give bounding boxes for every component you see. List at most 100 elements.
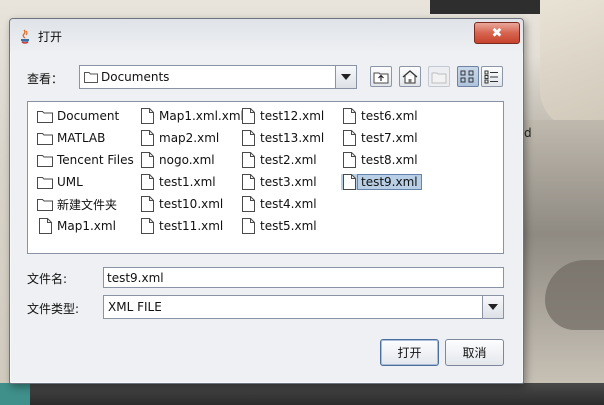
file-name: test3.xml — [260, 175, 317, 189]
file-icon — [139, 108, 155, 124]
file-icon — [139, 218, 155, 234]
file-name: test7.xml — [361, 131, 418, 145]
file-list-item[interactable]: test3.xml — [240, 171, 324, 193]
file-name: test13.xml — [260, 131, 325, 145]
file-icon — [139, 130, 155, 146]
file-name: test2.xml — [260, 153, 317, 167]
file-list-item[interactable]: test1.xml — [139, 171, 244, 193]
list-view-button[interactable] — [457, 66, 479, 87]
file-name: Document — [57, 109, 120, 123]
file-icon — [240, 108, 256, 124]
file-icon — [139, 196, 155, 212]
taskbar — [0, 383, 604, 405]
folder-icon — [37, 130, 53, 146]
file-name: test11.xml — [159, 219, 224, 233]
background-image-part — [540, 0, 604, 130]
file-column: Map1.xml.xml map2.xml nogo.xml test1.xml tes… — [139, 105, 244, 237]
file-icon — [240, 152, 256, 168]
file-list[interactable]: Document MATLAB Tencent Files UML 新建文件夹 Map1.… — [27, 101, 504, 254]
file-list-item[interactable]: Map1.xml.xml — [139, 105, 244, 127]
file-icon — [341, 108, 357, 124]
file-icon — [240, 218, 256, 234]
file-list-item[interactable]: Map1.xml — [37, 215, 134, 237]
file-list-item[interactable]: test4.xml — [240, 193, 324, 215]
file-name: 新建文件夹 — [57, 197, 118, 212]
folder-icon — [84, 72, 98, 83]
close-button[interactable]: ✖ — [474, 22, 520, 44]
file-type-label: 文件类型: — [27, 302, 80, 316]
file-name-input[interactable] — [103, 267, 504, 288]
home-icon — [402, 69, 418, 83]
dialog-title: 打开 — [38, 30, 63, 44]
file-list-item[interactable]: UML — [37, 171, 134, 193]
file-icon — [341, 174, 357, 190]
file-list-item[interactable]: map2.xml — [139, 127, 244, 149]
file-list-item[interactable]: Tencent Files — [37, 149, 134, 171]
folder-icon — [37, 152, 53, 168]
background-text: d — [524, 126, 532, 140]
look-in-combo[interactable]: Documents — [79, 65, 357, 89]
file-name: nogo.xml — [159, 153, 215, 167]
java-icon — [21, 29, 29, 44]
file-icon — [240, 130, 256, 146]
file-name: test5.xml — [260, 219, 317, 233]
file-name: UML — [57, 175, 83, 189]
open-button[interactable]: 打开 — [380, 339, 439, 366]
file-list-item[interactable]: MATLAB — [37, 127, 134, 149]
file-list-item[interactable]: test13.xml — [240, 127, 324, 149]
file-list-item[interactable]: 新建文件夹 — [37, 193, 134, 215]
file-column: test6.xml test7.xml test8.xml test9.xml — [341, 105, 422, 193]
cancel-button[interactable]: 取消 — [445, 339, 504, 366]
title-bar[interactable]: 打开 ✖ — [10, 19, 523, 53]
file-type-value: XML FILE — [108, 300, 162, 314]
up-one-level-icon — [373, 72, 389, 83]
file-icon — [139, 152, 155, 168]
file-name: map2.xml — [159, 131, 220, 145]
file-list-item[interactable]: test2.xml — [240, 149, 324, 171]
folder-icon — [37, 196, 53, 212]
file-name-label: 文件名: — [27, 272, 68, 286]
file-column: Document MATLAB Tencent Files UML 新建文件夹 Map1.… — [37, 105, 134, 237]
file-name: test8.xml — [361, 153, 418, 167]
file-icon — [139, 174, 155, 190]
file-list-item[interactable]: test6.xml — [341, 105, 422, 127]
file-icon — [341, 152, 357, 168]
file-list-item[interactable]: test10.xml — [139, 193, 244, 215]
file-type-dropdown-button[interactable] — [482, 296, 503, 318]
file-name: MATLAB — [57, 131, 106, 145]
file-list-item[interactable]: test5.xml — [240, 215, 324, 237]
file-list-item[interactable]: test11.xml — [139, 215, 244, 237]
details-view-icon — [484, 70, 498, 83]
file-icon — [240, 174, 256, 190]
chevron-down-icon — [488, 304, 498, 310]
close-icon: ✖ — [491, 25, 503, 41]
look-in-dropdown-button[interactable] — [335, 66, 356, 88]
list-view-icon — [460, 70, 474, 82]
new-folder-button[interactable] — [428, 66, 450, 87]
folder-icon — [37, 174, 53, 190]
file-list-item[interactable]: nogo.xml — [139, 149, 244, 171]
file-list-item[interactable]: Document — [37, 105, 134, 127]
folder-icon — [37, 108, 53, 124]
file-column: test12.xml test13.xml test2.xml test3.xml te… — [240, 105, 324, 237]
file-icon — [37, 218, 53, 234]
file-name: Map1.xml — [57, 219, 116, 233]
file-list-item[interactable]: test9.xml — [341, 171, 422, 193]
details-view-button[interactable] — [481, 66, 503, 87]
file-name: Map1.xml.xml — [159, 109, 244, 123]
file-name: test1.xml — [159, 175, 216, 189]
file-name: test9.xml — [357, 174, 422, 190]
file-icon — [341, 130, 357, 146]
new-folder-icon — [431, 72, 447, 83]
file-name: test6.xml — [361, 109, 418, 123]
file-type-combo[interactable]: XML FILE — [103, 295, 504, 319]
file-name: test4.xml — [260, 197, 317, 211]
home-button[interactable] — [399, 66, 421, 87]
file-list-item[interactable]: test7.xml — [341, 127, 422, 149]
file-name: test12.xml — [260, 109, 325, 123]
up-one-level-button[interactable] — [370, 66, 392, 87]
file-list-item[interactable]: test12.xml — [240, 105, 324, 127]
file-name: Tencent Files — [57, 153, 134, 167]
file-list-item[interactable]: test8.xml — [341, 149, 422, 171]
chevron-down-icon — [341, 74, 351, 80]
